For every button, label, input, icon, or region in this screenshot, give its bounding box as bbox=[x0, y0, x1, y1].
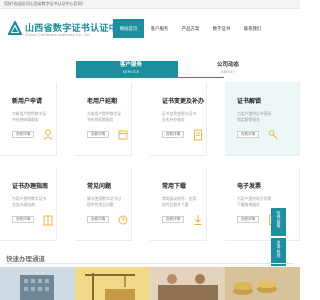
tab-news[interactable]: 公司动态 ABOUT bbox=[178, 61, 278, 77]
service-card-change-reissue[interactable]: 证书变更及补办 证书信息变更与证书丢失补办服务 查看详情 bbox=[150, 82, 207, 156]
tab-divider bbox=[76, 77, 224, 78]
logo-icon[interactable] bbox=[8, 21, 22, 35]
nav-contact[interactable]: 联系我们 bbox=[237, 19, 268, 38]
service-card-desc: 常用驱动程序、应用软件及相关下载 bbox=[162, 196, 197, 207]
view-details-button[interactable]: 查看详情 bbox=[162, 216, 184, 223]
tab-news-en: ABOUT bbox=[221, 70, 235, 74]
service-card-desc: 为用户提供电子发票下载查询服务 bbox=[237, 196, 272, 207]
service-card-title: 电子发票 bbox=[237, 183, 262, 190]
site-header: 山西省数字证书认证中心 Shanxi Certificate Authority… bbox=[0, 9, 300, 45]
user-add-icon bbox=[43, 129, 53, 141]
service-card-downloads[interactable]: 常用下载 常用驱动程序、应用软件及相关下载 查看详情 bbox=[150, 167, 207, 241]
service-card-guide[interactable]: 证书办理指南 为用户提供数字证书业务办理指南 查看详情 bbox=[0, 167, 57, 241]
view-details-button[interactable]: 查看详情 bbox=[12, 216, 34, 223]
service-card-title: 老用户延期 bbox=[87, 98, 118, 105]
service-card-desc: 为用户提供证书密码锁定解锁服务 bbox=[237, 111, 272, 122]
service-card-desc: 为用户提供数字证书业务办理指南 bbox=[12, 196, 47, 207]
download-icon bbox=[194, 215, 202, 225]
service-grid: 新用户申请 为新用户提供数字证书在线申请服务 查看详情 老用户延期 为老用户提供… bbox=[0, 82, 300, 244]
service-card-desc: 为新用户提供数字证书在线申请服务 bbox=[12, 111, 47, 122]
online-service-button[interactable]: 在线客服 bbox=[271, 208, 286, 236]
tab-news-label: 公司动态 bbox=[216, 62, 239, 68]
key-icon bbox=[268, 130, 278, 140]
welcome-text: 您好!欢迎访问山西省数字证书认证中心官网! bbox=[4, 1, 84, 6]
view-details-button[interactable]: 查看详情 bbox=[237, 131, 259, 138]
quick-channel-strip bbox=[0, 267, 300, 300]
section-tabs: 客户服务 SERVICE 公司动态 ABOUT bbox=[0, 61, 300, 77]
service-card-faq[interactable]: 常见问题 解决使用数字证书过程中的常见问题 查看详情 bbox=[75, 167, 132, 241]
calendar-icon bbox=[118, 130, 128, 140]
service-card-renewal[interactable]: 老用户延期 为老用户提供数字证书在线续期服务 查看详情 bbox=[75, 82, 132, 156]
tab-service-label: 客户服务 bbox=[119, 62, 142, 68]
service-card-title: 证书变更及补办 bbox=[162, 98, 205, 105]
quick-image-construction[interactable] bbox=[75, 267, 150, 300]
nav-products[interactable]: 产品方案 bbox=[175, 19, 206, 38]
brand-english-name: Shanxi Certificate Authority Co., Ltd. bbox=[25, 33, 91, 37]
quick-divider bbox=[6, 263, 294, 264]
service-card-desc: 为老用户提供数字证书在线续期服务 bbox=[87, 111, 122, 122]
online-service-label: 在线客服 bbox=[276, 210, 281, 229]
quick-image-building[interactable] bbox=[0, 267, 75, 300]
service-card-title: 证书解锁 bbox=[237, 98, 262, 105]
quick-channel-title: 快速办理通道 bbox=[6, 255, 45, 263]
book-icon bbox=[43, 215, 53, 226]
service-card-title: 证书办理指南 bbox=[12, 183, 49, 190]
view-details-button[interactable]: 查看详情 bbox=[12, 131, 34, 138]
question-icon bbox=[118, 215, 128, 225]
tab-service-en: SERVICE bbox=[122, 70, 140, 74]
nav-certificates[interactable]: 数字证书 bbox=[206, 19, 237, 38]
hotline-button[interactable]: 咨询热线 bbox=[271, 238, 286, 266]
main-nav: 网站首页 客户服务 产品方案 数字证书 联系我们 bbox=[113, 19, 268, 38]
view-details-button[interactable]: 查看详情 bbox=[87, 131, 109, 138]
service-card-title: 常见问题 bbox=[87, 183, 112, 190]
view-details-button[interactable]: 查看详情 bbox=[87, 216, 109, 223]
nav-customer-service[interactable]: 客户服务 bbox=[144, 19, 175, 38]
document-edit-icon bbox=[194, 129, 202, 141]
service-card-unlock[interactable]: 证书解锁 为用户提供证书密码锁定解锁服务 查看详情 bbox=[225, 82, 300, 156]
service-card-desc: 解决使用数字证书过程中的常见问题 bbox=[87, 196, 122, 207]
hotline-label: 咨询热线 bbox=[276, 240, 281, 259]
service-card-new-user[interactable]: 新用户申请 为新用户提供数字证书在线申请服务 查看详情 bbox=[0, 82, 57, 156]
quick-image-meeting[interactable] bbox=[150, 267, 225, 300]
view-details-button[interactable]: 查看详情 bbox=[237, 216, 259, 223]
service-card-desc: 证书信息变更与证书丢失补办服务 bbox=[162, 111, 197, 122]
service-card-title: 常用下载 bbox=[162, 183, 187, 190]
tab-service[interactable]: 客户服务 SERVICE bbox=[76, 61, 186, 77]
view-details-button[interactable]: 查看详情 bbox=[162, 131, 184, 138]
service-card-invoice[interactable]: 电子发票 为用户提供电子发票下载查询服务 查看详情 bbox=[225, 167, 300, 241]
service-card-title: 新用户申请 bbox=[12, 98, 43, 105]
top-bar: 您好!欢迎访问山西省数字证书认证中心官网! bbox=[0, 0, 300, 9]
quick-image-coins[interactable] bbox=[225, 267, 300, 300]
nav-home[interactable]: 网站首页 bbox=[113, 19, 144, 38]
floating-side-panel: 在线客服 咨询热线 bbox=[271, 208, 286, 268]
